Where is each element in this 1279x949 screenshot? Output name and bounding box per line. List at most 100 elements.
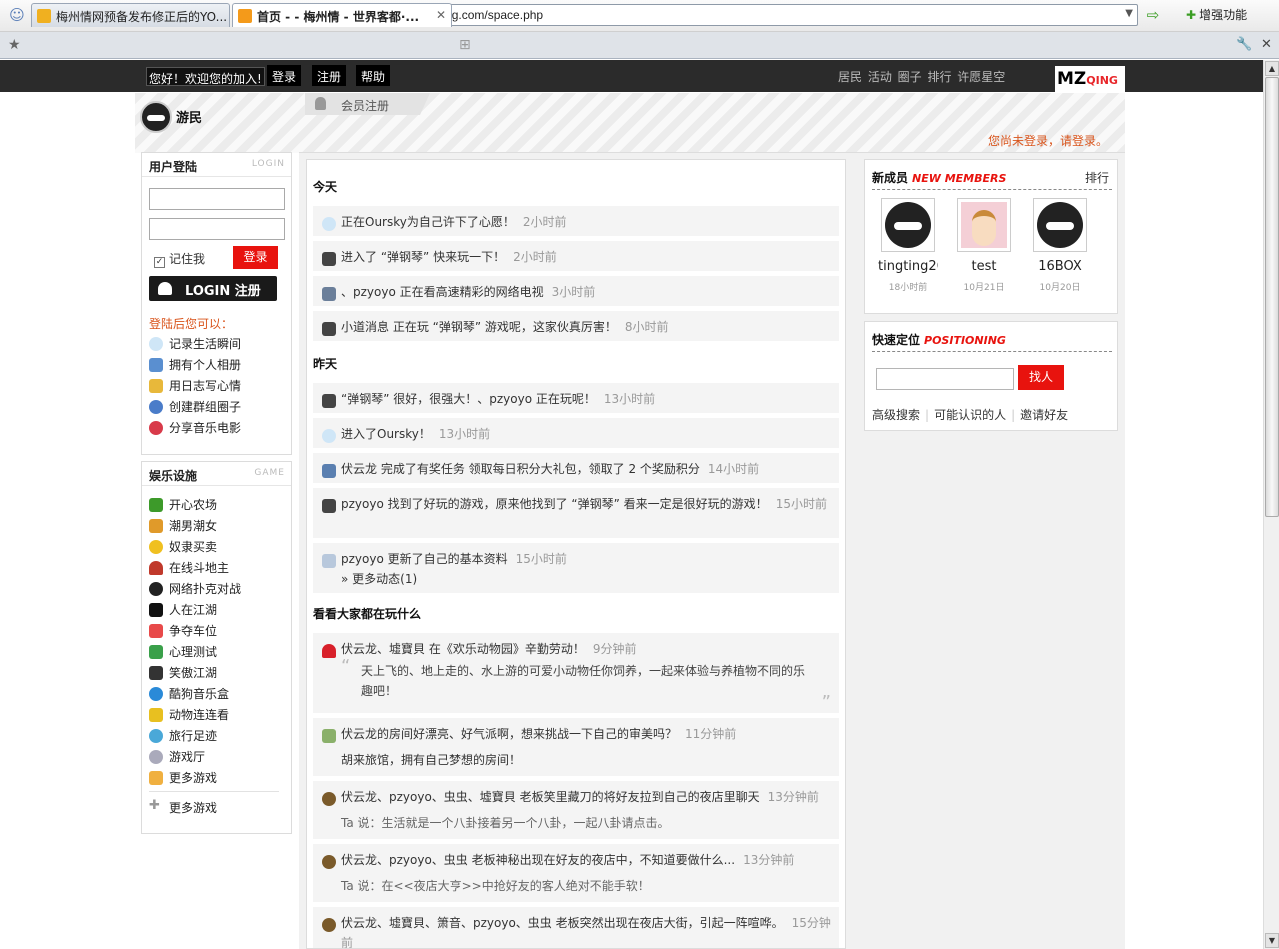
animal-icon <box>149 708 163 722</box>
heart-icon <box>149 421 163 435</box>
rank-link[interactable]: 排行 <box>1085 169 1109 186</box>
positioning-panel: 快速定位 POSITIONING 找人 高级搜索 | 可能认识的人 | 邀请好友 <box>864 321 1118 431</box>
top-nav-links[interactable]: 居民 活动 圈子 排行 许愿星空 <box>838 68 1005 85</box>
game-item[interactable]: 开心农场 <box>149 496 241 517</box>
wish-icon <box>322 429 336 443</box>
piano-icon <box>322 322 336 336</box>
may-know-link[interactable]: 可能认识的人 <box>934 408 1006 422</box>
close-icon[interactable]: ✕ <box>436 8 446 22</box>
list-item: 记录生活瞬间 <box>149 335 241 356</box>
games-list: 开心农场 潮男潮女 奴隶买卖 在线斗地主 网络扑克对战 人在江湖 争夺车位 心理… <box>149 496 241 790</box>
remember-checkbox[interactable]: ✓ <box>154 257 165 268</box>
game-item[interactable]: 酷狗音乐盒 <box>149 685 241 706</box>
feed-item: 小道消息 正在玩 “弹钢琴” 游戏呢，这家伙真厉害！ 8小时前 <box>313 311 839 341</box>
section-title-playing: 看看大家都在玩什么 <box>313 607 422 621</box>
wrench-icon[interactable]: 🔧 <box>1236 37 1252 52</box>
greeting-text: 您好！欢迎您的加入! <box>146 67 265 86</box>
close-window-icon[interactable]: ✕ <box>1261 37 1272 52</box>
address-bar[interactable]: ⌂ http://www.mzqing.com/space.php ▼ <box>339 4 1138 26</box>
member-card[interactable]: test 10月21日 <box>954 198 1014 293</box>
feed-item: 伏云龙、墟寶貝 在《欢乐动物园》辛勤劳动！9分钟前天上飞的、地上走的、水上游的可… <box>313 633 839 713</box>
invite-friends-link[interactable]: 邀请好友 <box>1020 408 1068 422</box>
game-item[interactable]: 更多游戏 <box>149 769 241 790</box>
remember-me[interactable]: ✓ 记住我 <box>154 250 205 268</box>
user-icon[interactable]: ☺ <box>6 4 28 26</box>
game-item[interactable]: 在线斗地主 <box>149 559 241 580</box>
feed-item: 正在Oursky为自己许下了心愿！ 2小时前 <box>313 206 839 236</box>
member-card[interactable]: 16BOX 10月20日 <box>1030 198 1090 293</box>
people-icon <box>149 519 163 533</box>
register-link[interactable]: 注册 <box>312 65 347 86</box>
login-link[interactable]: 登录 <box>267 65 302 86</box>
enhance-button[interactable]: ✚ 增强功能 <box>1186 6 1247 23</box>
after-login-title: 登陆后您可以： <box>149 317 234 331</box>
parking-icon <box>149 624 163 638</box>
avatar[interactable] <box>881 198 935 252</box>
feed-item: pzyoyo 更新了自己的基本资料 15小时前» 更多动态(1) <box>313 543 839 593</box>
game-item[interactable]: 旅行足迹 <box>149 727 241 748</box>
tab-register[interactable]: 会员注册 <box>305 93 430 115</box>
group-icon <box>149 400 163 414</box>
scroll-down-icon[interactable]: ▼ <box>1265 933 1279 948</box>
game-item[interactable]: 奴隶买卖 <box>149 538 241 559</box>
login-register-button[interactable]: LOGIN 注册 <box>149 276 277 301</box>
password-field[interactable] <box>149 218 285 240</box>
game-item[interactable]: 网络扑克对战 <box>149 580 241 601</box>
section-title-yesterday: 昨天 <box>313 357 338 371</box>
feed-item: pzyoyo 找到了好玩的游戏，原来他找到了 “弹钢琴” 看来一定是很好玩的游戏… <box>313 488 839 538</box>
avatar[interactable] <box>1033 198 1087 252</box>
music-box-icon <box>149 687 163 701</box>
advanced-search-link[interactable]: 高级搜索 <box>872 408 920 422</box>
activity-feed: 今天 正在Oursky为自己许下了心愿！ 2小时前 进入了 “弹钢琴” 快来玩一下… <box>306 159 846 949</box>
game-item[interactable]: 潮男潮女 <box>149 517 241 538</box>
profile-card-icon <box>322 554 336 568</box>
avatar[interactable] <box>957 198 1011 252</box>
feed-item: 伏云龙 完成了有奖任务 领取每日积分大礼包，领取了 2 个奖励积分 14小时前 <box>313 453 839 483</box>
game-item[interactable]: 游戏厅 <box>149 748 241 769</box>
game-item[interactable]: 笑傲江湖 <box>149 664 241 685</box>
chat-icon <box>149 337 163 351</box>
find-user-button[interactable]: 找人 <box>1018 365 1064 390</box>
more-activity-link[interactable]: » 更多动态(1) <box>341 569 831 589</box>
feed-item: 伏云龙、pzyoyo、虫虫、墟寶貝 老板笑里藏刀的将好友拉到自己的夜店里聊天 13… <box>313 781 839 839</box>
gamepad-icon <box>149 750 163 764</box>
site-logo[interactable]: MZQING <box>1055 66 1125 92</box>
login-button[interactable]: 登录 <box>233 246 278 269</box>
login-panel: 用户登陆 LOGIN ✓ 记住我 登录 LOGIN 注册 登陆后您可以： 记录生活瞬… <box>141 152 292 455</box>
find-user-input[interactable] <box>876 368 1014 390</box>
game-item[interactable]: 争夺车位 <box>149 622 241 643</box>
feed-item: 进入了Oursky！ 13小时前 <box>313 418 839 448</box>
games-panel-title: 娱乐设施 GAME <box>142 462 291 486</box>
page-scrollbar[interactable]: ▲ ▼ <box>1263 60 1279 949</box>
list-item: 拥有个人相册 <box>149 356 241 377</box>
tab-home[interactable]: 首页 - - 梅州情 - 世界客都·... ✕ <box>232 3 452 27</box>
chevron-down-icon[interactable]: ▼ <box>1125 8 1133 19</box>
go-icon[interactable]: ⇨ <box>1142 4 1164 26</box>
new-members-panel: 新成员NEW MEMBERS 排行 tingting2618小时前 test10… <box>864 159 1118 314</box>
feed-quote: 天上飞的、地上走的、水上游的可爱小动物任你饲养，一起来体验与养植物不同的乐趣吧！ <box>341 657 831 713</box>
hotel-icon <box>322 729 336 743</box>
zoo-icon <box>322 644 336 658</box>
new-tab-icon[interactable]: ⊞ <box>459 37 471 53</box>
game-item[interactable]: 动物连连看 <box>149 706 241 727</box>
member-card[interactable]: tingting2618小时前 <box>878 198 938 293</box>
help-link[interactable]: 帮助 <box>356 65 391 86</box>
feed-item: 伏云龙的房间好漂亮、好气派啊，想来挑战一下自己的审美吗？ 11分钟前 胡来旅馆，拥有… <box>313 718 839 776</box>
more-games-link[interactable]: ✚ 更多游戏 <box>149 798 217 820</box>
scroll-up-icon[interactable]: ▲ <box>1265 61 1279 76</box>
positioning-title: 快速定位 POSITIONING <box>872 333 1006 347</box>
scroll-thumb[interactable] <box>1265 77 1279 517</box>
tab-other[interactable]: 梅州情网预备发布修正后的YO... <box>31 3 230 27</box>
not-logged-notice[interactable]: 您尚未登录，请登录。 <box>988 132 1108 149</box>
feed-item: 伏云龙、墟寶貝、箫音、pzyoyo、虫虫 老板突然出现在夜店大街，引起一阵喧哗。… <box>313 907 839 948</box>
poker-icon <box>149 582 163 596</box>
feed-item: 进入了 “弹钢琴” 快来玩一下！ 2小时前 <box>313 241 839 271</box>
tab-favicon <box>238 9 252 23</box>
star-icon[interactable]: ★ <box>8 37 21 53</box>
login-panel-title: 用户登陆 LOGIN <box>142 153 291 177</box>
username-field[interactable] <box>149 188 285 210</box>
game-item[interactable]: 人在江湖 <box>149 601 241 622</box>
divider <box>149 791 279 792</box>
game-item[interactable]: 心理测试 <box>149 643 241 664</box>
new-members-title: 新成员 NEW MEMBERS <box>872 171 1007 185</box>
